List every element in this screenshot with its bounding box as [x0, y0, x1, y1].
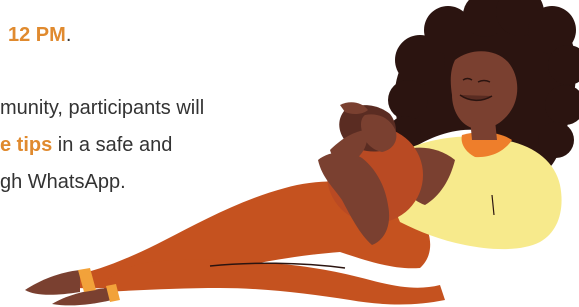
breastfeeding-illustration: [25, 0, 579, 306]
page: 12 PM. munity, participants will e tips …: [0, 0, 579, 307]
